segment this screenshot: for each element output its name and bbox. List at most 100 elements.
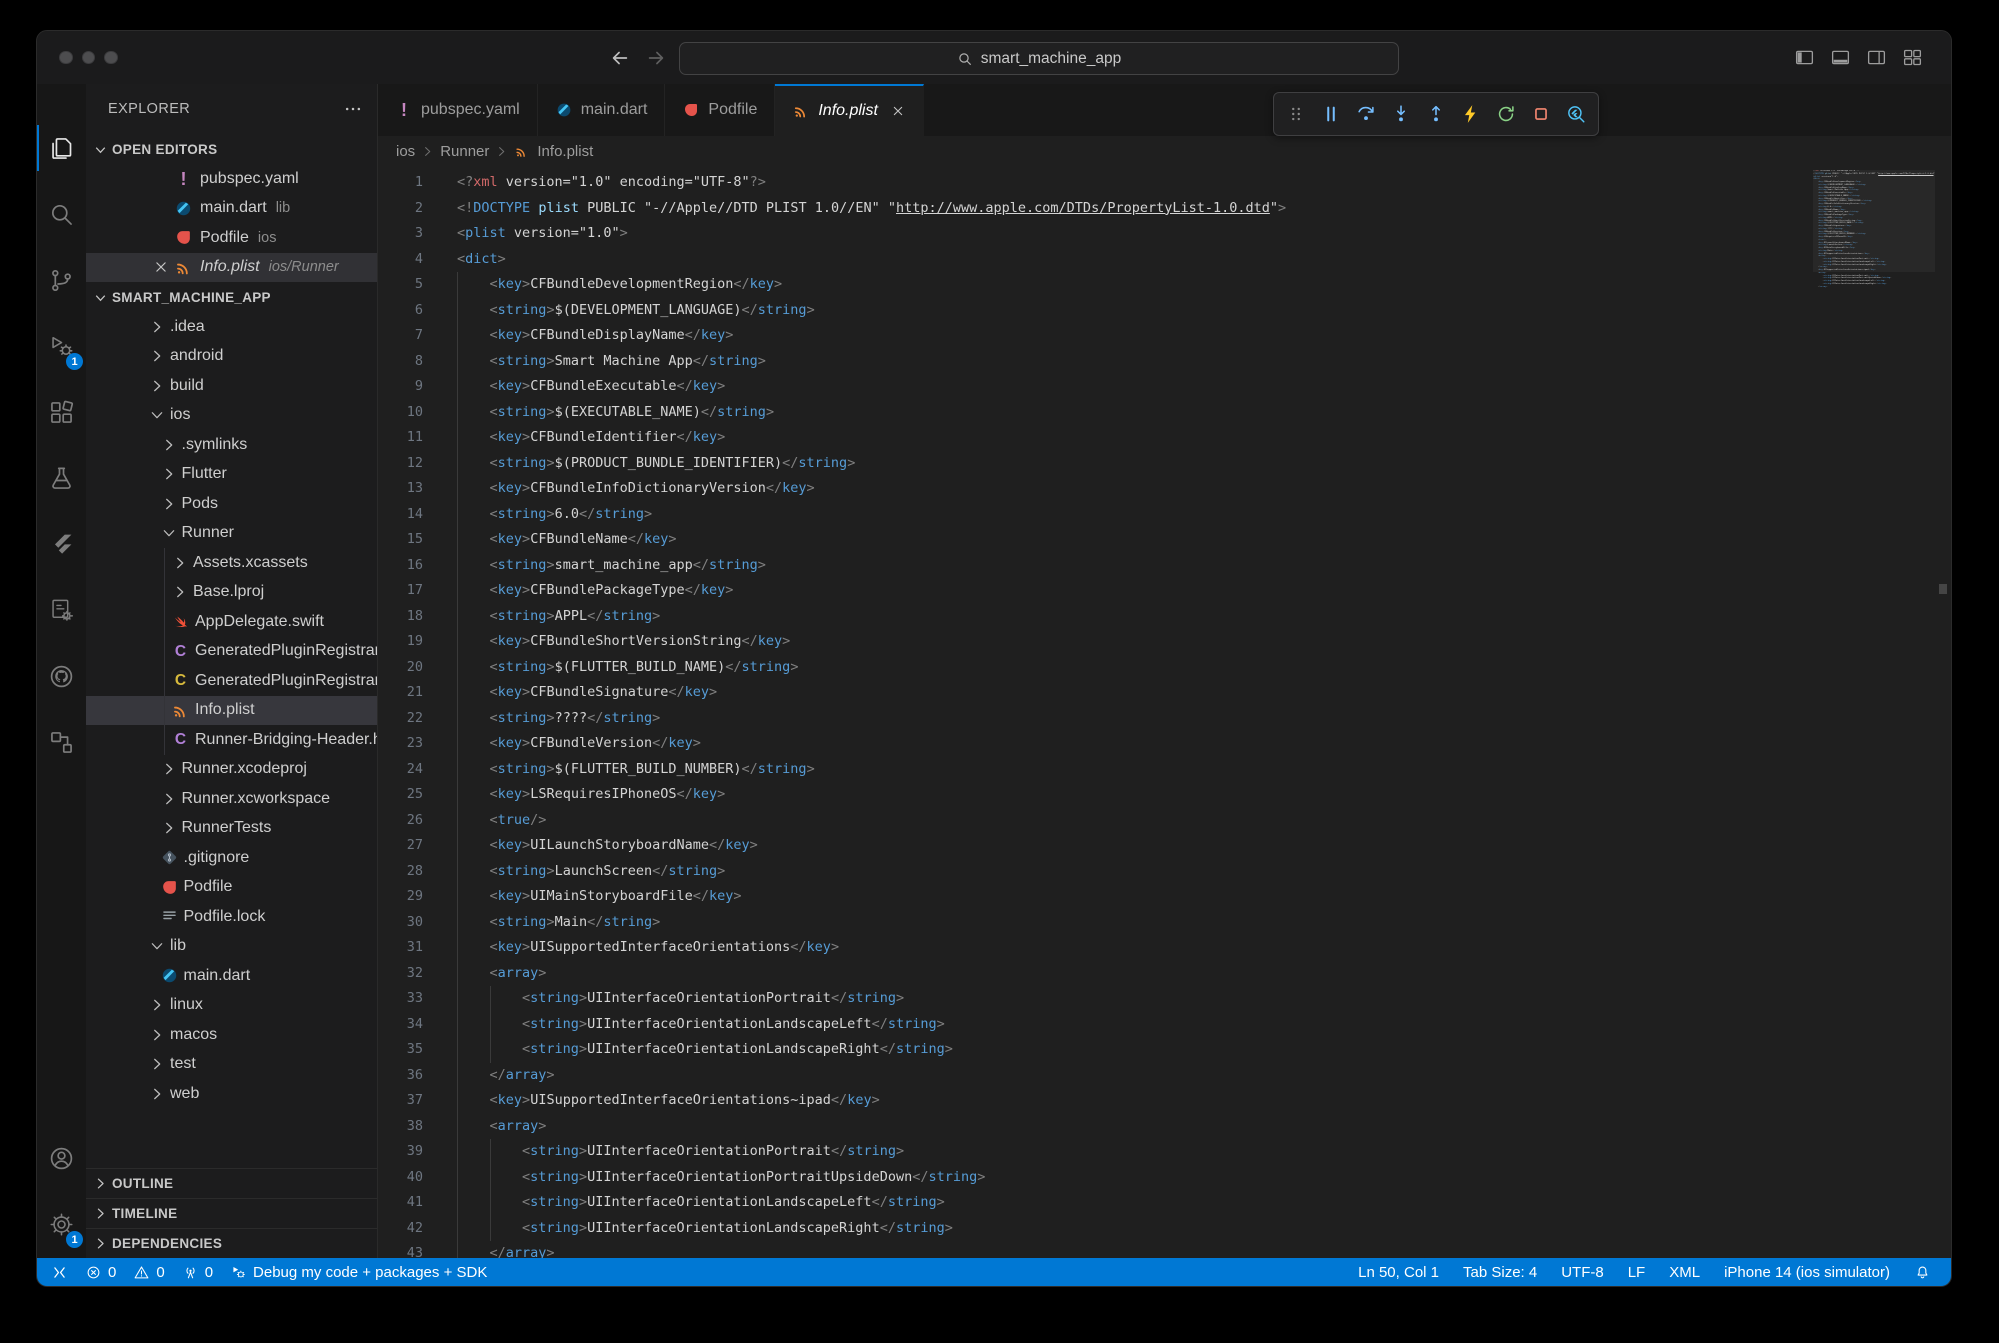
line-number[interactable]: 15 bbox=[378, 527, 423, 553]
scrollbar-thumb[interactable] bbox=[1939, 584, 1947, 594]
line-number[interactable]: 41 bbox=[378, 1190, 423, 1216]
tree-item-Pods[interactable]: Pods bbox=[86, 489, 377, 519]
toggle-sidebar-icon[interactable] bbox=[1794, 47, 1815, 68]
line-number[interactable]: 30 bbox=[378, 910, 423, 936]
line-number[interactable]: 4 bbox=[378, 247, 423, 273]
activity-bar-item-extensions[interactable] bbox=[37, 380, 86, 444]
line-number[interactable]: 20 bbox=[378, 655, 423, 681]
code-line[interactable]: 43 </array> bbox=[378, 1241, 1951, 1258]
tree-item-android[interactable]: android bbox=[86, 342, 377, 372]
close-icon[interactable] bbox=[152, 258, 170, 276]
line-number[interactable]: 3 bbox=[378, 221, 423, 247]
status-flutter-device[interactable]: iPhone 14 (ios simulator) bbox=[1724, 1264, 1890, 1281]
line-number[interactable]: 23 bbox=[378, 731, 423, 757]
line-number[interactable]: 9 bbox=[378, 374, 423, 400]
zoom-window-button[interactable] bbox=[104, 51, 118, 65]
status-cursor-position[interactable]: Ln 50, Col 1 bbox=[1358, 1264, 1439, 1281]
line-number[interactable]: 27 bbox=[378, 833, 423, 859]
code-line[interactable]: 34 <string>UIInterfaceOrientationLandsca… bbox=[378, 1012, 1951, 1038]
code-line[interactable]: 29 <key>UIMainStoryboardFile</key> bbox=[378, 884, 1951, 910]
code-line[interactable]: 19 <key>CFBundleShortVersionString</key> bbox=[378, 629, 1951, 655]
status-indentation[interactable]: Tab Size: 4 bbox=[1463, 1264, 1537, 1281]
project-root-header[interactable]: SMART_MACHINE_APP bbox=[86, 282, 377, 312]
tree-item-GeneratedPluginRegistrant.m[interactable]: CGeneratedPluginRegistrant.m bbox=[86, 666, 377, 696]
toggle-secondary-sidebar-icon[interactable] bbox=[1866, 47, 1887, 68]
tree-item-.symlinks[interactable]: .symlinks bbox=[86, 430, 377, 460]
minimize-window-button[interactable] bbox=[82, 51, 96, 65]
tab-main.dart[interactable]: main.dart bbox=[538, 84, 666, 136]
status-warnings[interactable]: 0 bbox=[133, 1264, 164, 1281]
line-number[interactable]: 26 bbox=[378, 808, 423, 834]
tree-item-GeneratedPluginRegistrant.h[interactable]: CGeneratedPluginRegistrant.h bbox=[86, 637, 377, 667]
tree-item-lib[interactable]: lib bbox=[86, 932, 377, 962]
tab-Info.plist[interactable]: Info.plist bbox=[775, 84, 924, 136]
code-line[interactable]: 21 <key>CFBundleSignature</key> bbox=[378, 680, 1951, 706]
tree-item-main.dart[interactable]: main.dart bbox=[86, 961, 377, 991]
code-line[interactable]: 26 <true/> bbox=[378, 808, 1951, 834]
minimap-slider[interactable] bbox=[1813, 170, 1935, 272]
code-line[interactable]: 30 <string>Main</string> bbox=[378, 910, 1951, 936]
forward-icon[interactable] bbox=[645, 47, 667, 69]
tree-item-ios[interactable]: ios bbox=[86, 401, 377, 431]
close-icon[interactable] bbox=[890, 103, 906, 119]
tree-item-linux[interactable]: linux bbox=[86, 991, 377, 1021]
code-line[interactable]: 40 <string>UIInterfaceOrientationPortrai… bbox=[378, 1165, 1951, 1191]
activity-bar-item-accounts[interactable] bbox=[37, 1126, 86, 1190]
line-number[interactable]: 11 bbox=[378, 425, 423, 451]
code-line[interactable]: 37 <key>UISupportedInterfaceOrientations… bbox=[378, 1088, 1951, 1114]
code-line[interactable]: 35 <string>UIInterfaceOrientationLandsca… bbox=[378, 1037, 1951, 1063]
command-center[interactable]: smart_machine_app bbox=[679, 42, 1399, 75]
line-number[interactable]: 36 bbox=[378, 1063, 423, 1089]
line-number[interactable]: 16 bbox=[378, 553, 423, 579]
code-line[interactable]: 27 <key>UILaunchStoryboardName</key> bbox=[378, 833, 1951, 859]
breadcrumb-item[interactable]: Runner bbox=[440, 143, 489, 160]
code-line[interactable]: 22 <string>????</string> bbox=[378, 706, 1951, 732]
code-line[interactable]: 2<!DOCTYPE plist PUBLIC "-//Apple//DTD P… bbox=[378, 196, 1951, 222]
open-editor-Info.plist[interactable]: Info.plistios/Runner bbox=[86, 253, 377, 283]
debug-step-over-button[interactable] bbox=[1353, 101, 1379, 127]
code-line[interactable]: 39 <string>UIInterfaceOrientationPortrai… bbox=[378, 1139, 1951, 1165]
line-number[interactable]: 12 bbox=[378, 451, 423, 477]
tree-item-test[interactable]: test bbox=[86, 1050, 377, 1080]
activity-bar-item-testing[interactable] bbox=[37, 446, 86, 510]
tree-item-Runner-Bridging-Header.h[interactable]: CRunner-Bridging-Header.h bbox=[86, 725, 377, 755]
close-window-button[interactable] bbox=[59, 51, 73, 65]
line-number[interactable]: 34 bbox=[378, 1012, 423, 1038]
breadcrumb-item[interactable]: ios bbox=[396, 143, 415, 160]
line-number[interactable]: 38 bbox=[378, 1114, 423, 1140]
code-line[interactable]: 18 <string>APPL</string> bbox=[378, 604, 1951, 630]
line-number[interactable]: 32 bbox=[378, 961, 423, 987]
line-number[interactable]: 10 bbox=[378, 400, 423, 426]
line-number[interactable]: 29 bbox=[378, 884, 423, 910]
line-number[interactable]: 42 bbox=[378, 1216, 423, 1242]
line-number[interactable]: 1 bbox=[378, 170, 423, 196]
status-language-mode[interactable]: XML bbox=[1669, 1264, 1700, 1281]
line-number[interactable]: 21 bbox=[378, 680, 423, 706]
code-line[interactable]: 10 <string>$(EXECUTABLE_NAME)</string> bbox=[378, 400, 1951, 426]
line-number[interactable]: 33 bbox=[378, 986, 423, 1012]
code-line[interactable]: 9 <key>CFBundleExecutable</key> bbox=[378, 374, 1951, 400]
tree-item-.gitignore[interactable]: .gitignore bbox=[86, 843, 377, 873]
code-line[interactable]: 31 <key>UISupportedInterfaceOrientations… bbox=[378, 935, 1951, 961]
line-number[interactable]: 17 bbox=[378, 578, 423, 604]
debug-pause-button[interactable] bbox=[1318, 101, 1344, 127]
code-line[interactable]: 25 <key>LSRequiresIPhoneOS</key> bbox=[378, 782, 1951, 808]
line-number[interactable]: 22 bbox=[378, 706, 423, 732]
debug-stop-button[interactable] bbox=[1528, 101, 1554, 127]
status-eol[interactable]: LF bbox=[1628, 1264, 1646, 1281]
tree-item-AppDelegate.swift[interactable]: AppDelegate.swift bbox=[86, 607, 377, 637]
tree-item-macos[interactable]: macos bbox=[86, 1020, 377, 1050]
code-line[interactable]: 1<?xml version="1.0" encoding="UTF-8"?> bbox=[378, 170, 1951, 196]
code-line[interactable]: 13 <key>CFBundleInfoDictionaryVersion</k… bbox=[378, 476, 1951, 502]
code-line[interactable]: 33 <string>UIInterfaceOrientationPortrai… bbox=[378, 986, 1951, 1012]
line-number[interactable]: 43 bbox=[378, 1241, 423, 1258]
toggle-panel-icon[interactable] bbox=[1830, 47, 1851, 68]
line-number[interactable]: 14 bbox=[378, 502, 423, 528]
tree-item-Assets.xcassets[interactable]: Assets.xcassets bbox=[86, 548, 377, 578]
debug-widget-inspector-button[interactable] bbox=[1563, 101, 1589, 127]
tree-item-RunnerTests[interactable]: RunnerTests bbox=[86, 814, 377, 844]
debug-step-into-button[interactable] bbox=[1388, 101, 1414, 127]
code-line[interactable]: 14 <string>6.0</string> bbox=[378, 502, 1951, 528]
sidebar-section-outline[interactable]: OUTLINE bbox=[86, 1168, 377, 1198]
line-number[interactable]: 25 bbox=[378, 782, 423, 808]
